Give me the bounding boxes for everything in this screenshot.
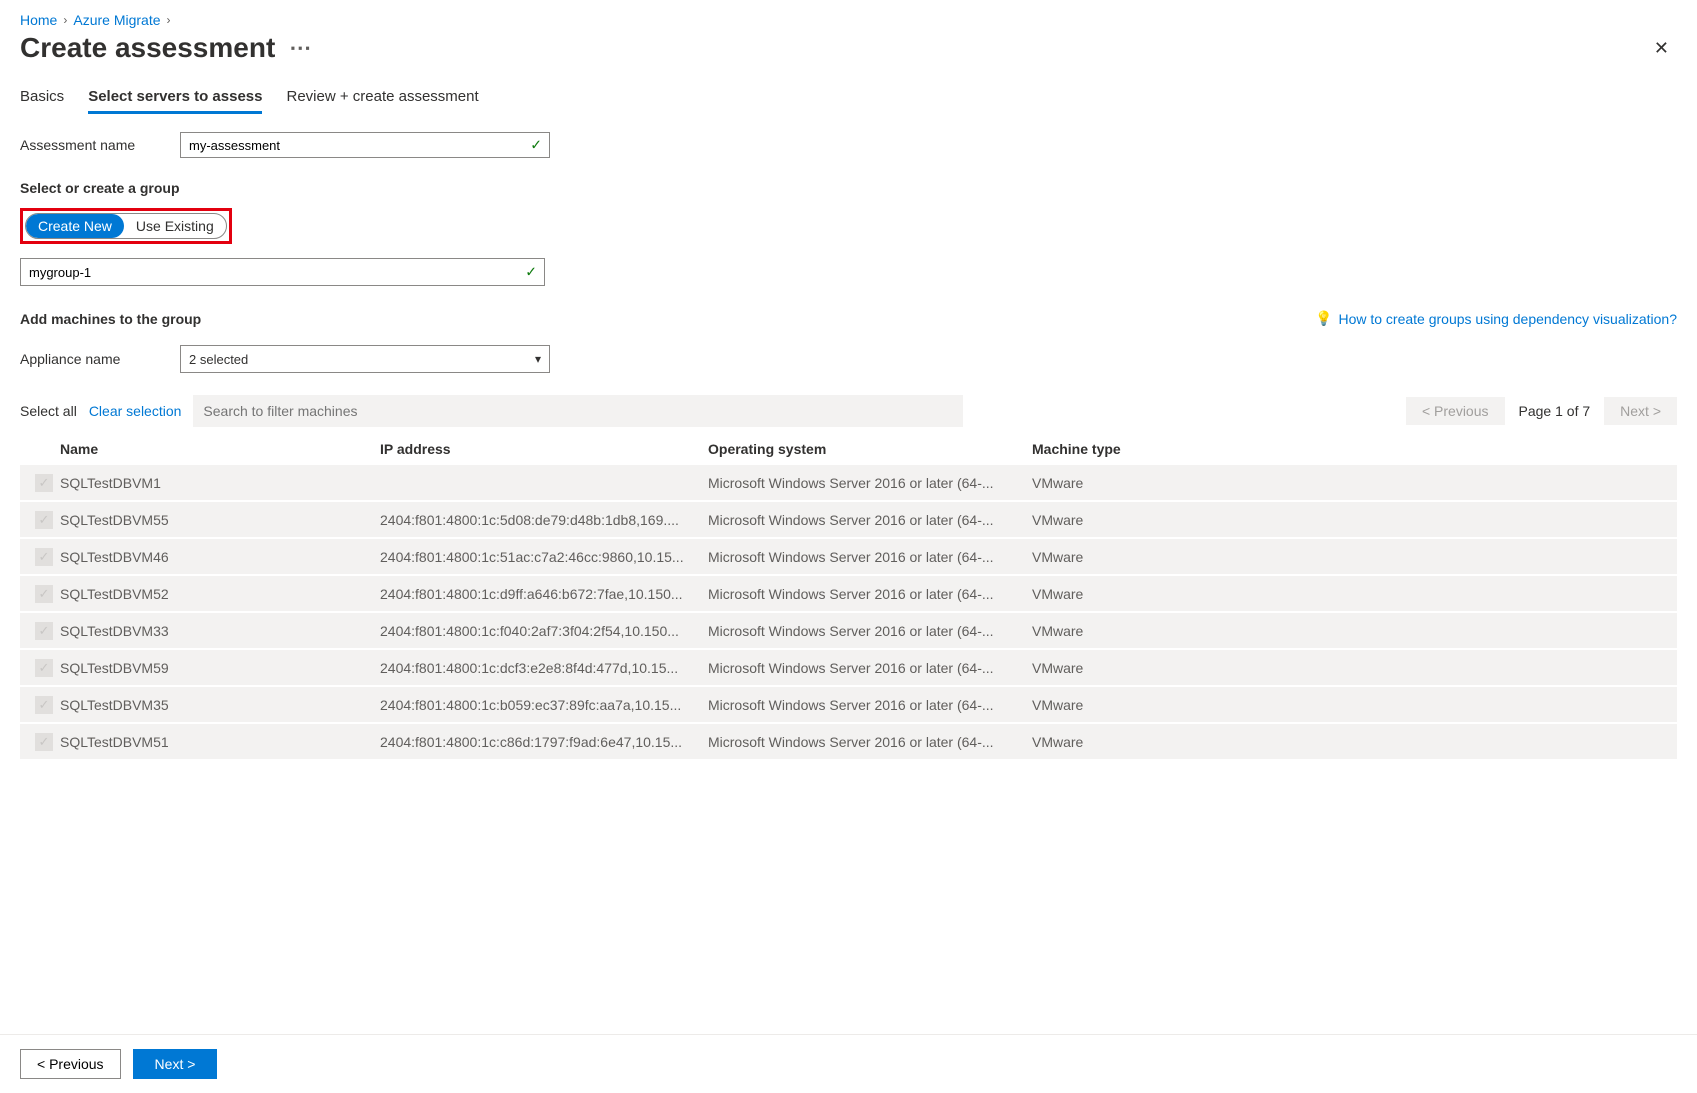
table-row[interactable]: ✓ SQLTestDBVM512404:f801:4800:1c:c86d:179… xyxy=(20,724,1677,761)
cell-os: Microsoft Windows Server 2016 or later (… xyxy=(708,512,1032,528)
checkbox[interactable]: ✓ xyxy=(35,659,53,677)
cell-type: VMware xyxy=(1032,549,1677,565)
table-row[interactable]: ✓ SQLTestDBVM1 Microsoft Windows Server 20… xyxy=(20,465,1677,502)
cell-os: Microsoft Windows Server 2016 or later (… xyxy=(708,475,1032,491)
breadcrumb: Home › Azure Migrate › xyxy=(20,12,1677,28)
dependency-visualization-link[interactable]: 💡 How to create groups using dependency … xyxy=(1315,310,1677,327)
cell-name: SQLTestDBVM33 xyxy=(60,623,380,639)
cell-name: SQLTestDBVM52 xyxy=(60,586,380,602)
group-name-input[interactable] xyxy=(20,258,545,286)
breadcrumb-azure-migrate[interactable]: Azure Migrate xyxy=(73,12,160,28)
header-name[interactable]: Name xyxy=(60,441,380,457)
table-row[interactable]: ✓ SQLTestDBVM332404:f801:4800:1c:f040:2af… xyxy=(20,613,1677,650)
select-all-button[interactable]: Select all xyxy=(20,403,77,419)
page-title: Create assessment ⋯ xyxy=(20,32,312,64)
cell-ip: 2404:f801:4800:1c:b059:ec37:89fc:aa7a,10… xyxy=(380,697,708,713)
pager: < Previous Page 1 of 7 Next > xyxy=(1406,397,1677,425)
chevron-right-icon: › xyxy=(63,13,67,27)
cell-ip: 2404:f801:4800:1c:5d08:de79:d48b:1db8,16… xyxy=(380,512,708,528)
lightbulb-icon: 💡 xyxy=(1315,310,1332,327)
table-row[interactable]: ✓ SQLTestDBVM592404:f801:4800:1c:dcf3:e2e… xyxy=(20,650,1677,687)
close-icon[interactable]: ✕ xyxy=(1646,34,1677,63)
cell-os: Microsoft Windows Server 2016 or later (… xyxy=(708,697,1032,713)
cell-ip: 2404:f801:4800:1c:dcf3:e2e8:8f4d:477d,10… xyxy=(380,660,708,676)
footer: < Previous Next > xyxy=(0,1034,1697,1093)
assessment-name-input[interactable] xyxy=(180,132,550,158)
checkbox[interactable]: ✓ xyxy=(35,548,53,566)
cell-type: VMware xyxy=(1032,586,1677,602)
header-os[interactable]: Operating system xyxy=(708,441,1032,457)
tab-basics[interactable]: Basics xyxy=(20,88,64,114)
cell-name: SQLTestDBVM55 xyxy=(60,512,380,528)
toggle-create-new[interactable]: Create New xyxy=(26,214,124,238)
breadcrumb-home[interactable]: Home xyxy=(20,12,57,28)
checkbox[interactable]: ✓ xyxy=(35,511,53,529)
checkbox[interactable]: ✓ xyxy=(35,733,53,751)
cell-type: VMware xyxy=(1032,734,1677,750)
cell-ip: 2404:f801:4800:1c:51ac:c7a2:46cc:9860,10… xyxy=(380,549,708,565)
cell-name: SQLTestDBVM35 xyxy=(60,697,380,713)
search-machines-input[interactable] xyxy=(193,395,963,427)
pager-next-button[interactable]: Next > xyxy=(1604,397,1677,425)
tab-select-servers[interactable]: Select servers to assess xyxy=(88,88,262,114)
page-title-text: Create assessment xyxy=(20,32,275,64)
pager-previous-button[interactable]: < Previous xyxy=(1406,397,1505,425)
cell-type: VMware xyxy=(1032,623,1677,639)
checkbox[interactable]: ✓ xyxy=(35,474,53,492)
cell-ip: 2404:f801:4800:1c:d9ff:a646:b672:7fae,10… xyxy=(380,586,708,602)
tab-review-create[interactable]: Review + create assessment xyxy=(286,88,478,114)
table-row[interactable]: ✓ SQLTestDBVM552404:f801:4800:1c:5d08:de7… xyxy=(20,502,1677,539)
checkmark-icon: ✓ xyxy=(530,137,542,154)
header-ip[interactable]: IP address xyxy=(380,441,708,457)
cell-name: SQLTestDBVM46 xyxy=(60,549,380,565)
add-machines-label: Add machines to the group xyxy=(20,311,201,327)
pager-info: Page 1 of 7 xyxy=(1519,403,1591,419)
cell-os: Microsoft Windows Server 2016 or later (… xyxy=(708,549,1032,565)
cell-type: VMware xyxy=(1032,660,1677,676)
appliance-name-label: Appliance name xyxy=(20,351,160,367)
assessment-name-label: Assessment name xyxy=(20,137,160,153)
chevron-down-icon: ▾ xyxy=(535,352,541,366)
cell-type: VMware xyxy=(1032,512,1677,528)
clear-selection-button[interactable]: Clear selection xyxy=(89,403,182,419)
toggle-use-existing[interactable]: Use Existing xyxy=(124,214,226,238)
tabs: Basics Select servers to assess Review +… xyxy=(20,88,1677,114)
cell-os: Microsoft Windows Server 2016 or later (… xyxy=(708,660,1032,676)
more-actions-icon[interactable]: ⋯ xyxy=(289,35,312,61)
table-row[interactable]: ✓ SQLTestDBVM462404:f801:4800:1c:51ac:c7a… xyxy=(20,539,1677,576)
table-row[interactable]: ✓ SQLTestDBVM352404:f801:4800:1c:b059:ec3… xyxy=(20,687,1677,724)
group-toggle: Create New Use Existing xyxy=(25,213,227,239)
cell-os: Microsoft Windows Server 2016 or later (… xyxy=(708,586,1032,602)
appliance-name-dropdown[interactable]: 2 selected ▾ xyxy=(180,345,550,373)
previous-button[interactable]: < Previous xyxy=(20,1049,121,1079)
cell-os: Microsoft Windows Server 2016 or later (… xyxy=(708,734,1032,750)
cell-ip: 2404:f801:4800:1c:f040:2af7:3f04:2f54,10… xyxy=(380,623,708,639)
cell-type: VMware xyxy=(1032,475,1677,491)
cell-type: VMware xyxy=(1032,697,1677,713)
table-row[interactable]: ✓ SQLTestDBVM522404:f801:4800:1c:d9ff:a64… xyxy=(20,576,1677,613)
checkbox[interactable]: ✓ xyxy=(35,696,53,714)
select-or-create-group-label: Select or create a group xyxy=(20,180,1677,196)
dependency-visualization-link-text: How to create groups using dependency vi… xyxy=(1338,311,1677,327)
appliance-name-value: 2 selected xyxy=(189,352,248,367)
cell-os: Microsoft Windows Server 2016 or later (… xyxy=(708,623,1032,639)
cell-name: SQLTestDBVM1 xyxy=(60,475,380,491)
machines-table: Name IP address Operating system Machine… xyxy=(20,433,1677,761)
checkbox[interactable]: ✓ xyxy=(35,585,53,603)
checkmark-icon: ✓ xyxy=(525,264,537,281)
header-type[interactable]: Machine type xyxy=(1032,441,1677,457)
cell-name: SQLTestDBVM59 xyxy=(60,660,380,676)
cell-name: SQLTestDBVM51 xyxy=(60,734,380,750)
table-header: Name IP address Operating system Machine… xyxy=(20,433,1677,465)
cell-ip: 2404:f801:4800:1c:c86d:1797:f9ad:6e47,10… xyxy=(380,734,708,750)
next-button[interactable]: Next > xyxy=(133,1049,218,1079)
chevron-right-icon: › xyxy=(167,13,171,27)
checkbox[interactable]: ✓ xyxy=(35,622,53,640)
highlight-box: Create New Use Existing xyxy=(20,208,232,244)
